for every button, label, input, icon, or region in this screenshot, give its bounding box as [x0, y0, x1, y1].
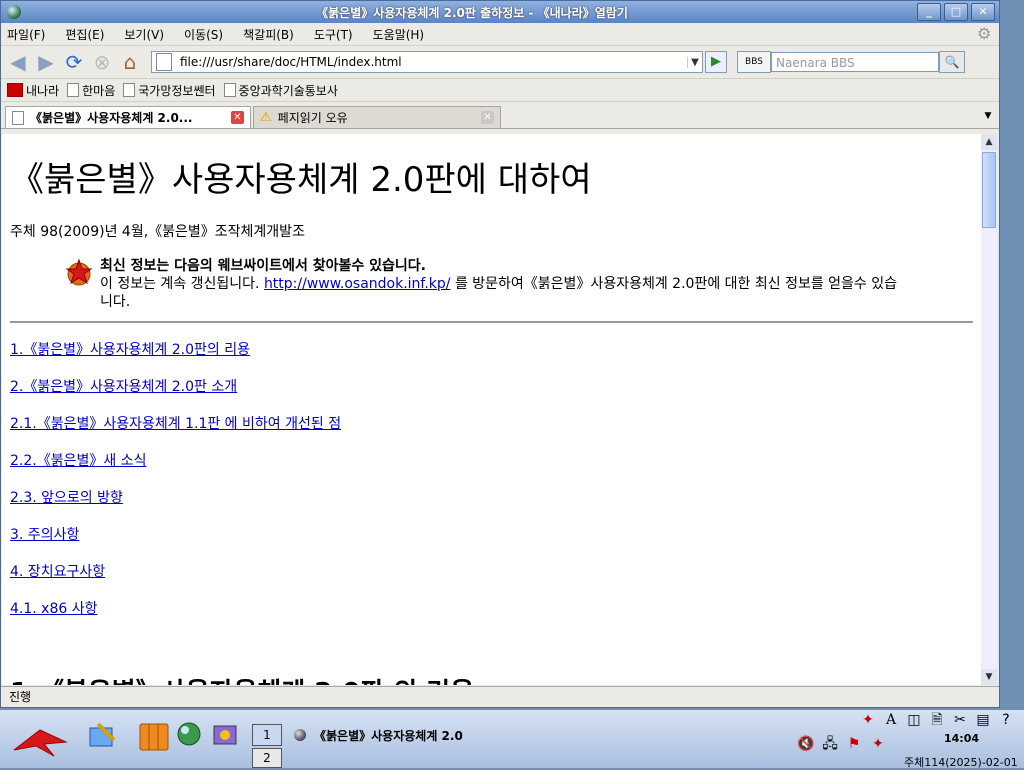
- workspace-2[interactable]: 2: [252, 748, 282, 768]
- throbber-icon: ⚙: [977, 24, 992, 43]
- search-engine-selector[interactable]: BBS: [737, 51, 771, 73]
- tools-icon[interactable]: ✂: [950, 710, 970, 730]
- red-star-small-icon[interactable]: ✦: [858, 710, 878, 730]
- tab-error[interactable]: ⚠ 페지읽기 오유 ✕: [253, 106, 501, 128]
- browser-window: 《붉은별》사용자용체계 2.0판 출하정보 - 《내나라》열람기 _ □ ✕ 파…: [0, 0, 1000, 708]
- search-icon[interactable]: 🔍: [939, 51, 965, 73]
- warning-icon: ⚠: [260, 110, 272, 125]
- bookmark-hanmaeum[interactable]: 한마음: [67, 82, 115, 99]
- page-icon: [223, 83, 236, 97]
- close-button[interactable]: ✕: [971, 3, 995, 21]
- bookmarks-toolbar: 내나라 한마음 국가망정보쎈터 중앙과학기술통보사: [1, 79, 999, 102]
- bookmark-science-news[interactable]: 중앙과학기술통보사: [223, 82, 338, 99]
- volume-muted-icon[interactable]: 🔇: [796, 734, 816, 754]
- tab-list-icon[interactable]: ▼: [981, 108, 995, 124]
- taskbar: 1 2 《붉은별》사용자용체계 2.0 ✦ A ◫ 🗎 ✂ ▤ ? 🔇 🖧 ⚑ …: [0, 710, 1024, 769]
- toc-link[interactable]: 1.《붉은별》사용자용체계 2.0판의 리용: [10, 339, 973, 359]
- info-note: 최신 정보는 다음의 웨브싸이트에서 찾아볼수 있습니다. 이 정보는 계속 갱…: [62, 255, 973, 311]
- window-title: 《붉은별》사용자용체계 2.0판 출하정보 - 《내나라》열람기: [316, 5, 628, 20]
- url-dropdown-icon[interactable]: ▼: [687, 56, 702, 68]
- note-title: 최신 정보는 다음의 웨브싸이트에서 찾아볼수 있습니다.: [100, 258, 426, 274]
- forward-icon[interactable]: ▶: [33, 49, 59, 75]
- tab-current[interactable]: 《붉은별》사용자용체계 2.0... ✕: [5, 106, 251, 128]
- note-body: 이 정보는 계속 갱신됩니다. http://www.osandok.inf.k…: [100, 276, 898, 310]
- flag-icon[interactable]: ⚑: [844, 734, 864, 754]
- toc-link[interactable]: 2.3. 앞으로의 방향: [10, 487, 973, 507]
- browser-globe-icon: [7, 5, 21, 19]
- browser-globe-icon[interactable]: [174, 718, 210, 754]
- url-text[interactable]: file:///usr/share/doc/HTML/index.html: [180, 55, 687, 69]
- url-bar[interactable]: file:///usr/share/doc/HTML/index.html ▼: [151, 51, 703, 73]
- close-tab-icon[interactable]: ✕: [231, 111, 244, 124]
- table-of-contents: 1.《붉은별》사용자용체계 2.0판의 리용 2.《붉은별》사용자용체계 2.0…: [10, 339, 973, 618]
- maximize-button[interactable]: □: [944, 3, 968, 21]
- menu-bar: 파일(F) 편집(E) 보기(V) 이동(S) 책갈피(B) 도구(T) 도움말…: [1, 23, 999, 46]
- notes-icon[interactable]: ▤: [973, 710, 993, 730]
- taskbar-browser-task[interactable]: 《붉은별》사용자용체계 2.0: [294, 725, 463, 745]
- page-icon: [12, 110, 24, 125]
- panel-icon[interactable]: ◫: [904, 710, 924, 730]
- toc-link[interactable]: 2.2.《붉은별》새 소식: [10, 450, 973, 470]
- stop-icon[interactable]: ⊗: [89, 49, 115, 75]
- page-icon: [156, 53, 172, 71]
- office-icon[interactable]: [84, 718, 120, 754]
- menu-help[interactable]: 도움말(H): [373, 26, 425, 43]
- home-icon[interactable]: ⌂: [117, 49, 143, 75]
- scroll-up-icon[interactable]: ▲: [981, 134, 997, 150]
- menu-view[interactable]: 보기(V): [124, 26, 164, 43]
- page-subtitle: 주체 98(2009)년 4월,《붉은별》조작체계개발조: [10, 224, 305, 240]
- scroll-thumb[interactable]: [982, 152, 996, 228]
- close-tab-icon[interactable]: ✕: [481, 111, 494, 124]
- bookmark-national-network[interactable]: 국가망정보쎈터: [123, 82, 216, 99]
- red-star-menu-icon[interactable]: [10, 724, 70, 760]
- page-title: 《붉은별》사용자용체계 2.0판에 대하여: [10, 160, 592, 200]
- workspace-1[interactable]: 1: [252, 724, 282, 746]
- reload-icon[interactable]: ⟳: [61, 49, 87, 75]
- menu-edit[interactable]: 편집(E): [65, 26, 104, 43]
- tab-bar: 《붉은별》사용자용체계 2.0... ✕ ⚠ 페지읽기 오유 ✕ ▼: [1, 102, 999, 129]
- naenara-icon: [7, 83, 23, 97]
- go-icon[interactable]: ▶: [705, 51, 727, 73]
- toc-link[interactable]: 3. 주의사항: [10, 524, 973, 544]
- browser-globe-icon: [294, 729, 306, 741]
- menu-go[interactable]: 이동(S): [184, 26, 223, 43]
- page-content: 《붉은별》사용자용체계 2.0판에 대하여 주체 98(2009)년 4월,《붉…: [2, 134, 981, 685]
- page-icon: [123, 83, 136, 97]
- star-gear-icon: [62, 255, 96, 289]
- toc-link[interactable]: 4.1. x86 사항: [10, 598, 973, 618]
- help-icon[interactable]: ?: [996, 710, 1016, 730]
- title-bar: 《붉은별》사용자용체계 2.0판 출하정보 - 《내나라》열람기 _ □ ✕: [1, 1, 999, 23]
- network-icon[interactable]: 🖧: [820, 734, 840, 754]
- section-heading: 1.《붉은별》사용자용체계 2.0판 의 리용: [10, 672, 973, 685]
- menu-file[interactable]: 파일(F): [7, 26, 45, 43]
- back-icon[interactable]: ◀: [5, 49, 31, 75]
- document-icon[interactable]: 🗎: [927, 710, 947, 730]
- search-input[interactable]: Naenara BBS: [771, 52, 939, 72]
- file-manager-icon[interactable]: [136, 718, 172, 754]
- toc-link[interactable]: 2.《붉은별》사용자용체계 2.0판 소개: [10, 376, 973, 396]
- minimize-button[interactable]: _: [917, 3, 941, 21]
- vertical-scrollbar[interactable]: ▲ ▼: [981, 134, 997, 685]
- status-bar: 진행: [1, 686, 999, 706]
- divider: [10, 321, 973, 323]
- media-player-icon[interactable]: [210, 718, 246, 754]
- menu-bookmarks[interactable]: 책갈피(B): [243, 26, 294, 43]
- page-icon: [67, 83, 80, 97]
- bookmark-naenara[interactable]: 내나라: [7, 82, 59, 99]
- red-star-tray-icon[interactable]: ✦: [868, 734, 888, 754]
- quick-launch-tray: ✦ A ◫ 🗎 ✂ ▤ ?: [858, 710, 1016, 730]
- navigation-toolbar: ◀ ▶ ⟳ ⊗ ⌂ file:///usr/share/doc/HTML/ind…: [1, 46, 999, 79]
- font-icon[interactable]: A: [881, 710, 901, 730]
- toc-link[interactable]: 4. 장치요구사항: [10, 561, 973, 581]
- scroll-down-icon[interactable]: ▼: [981, 669, 997, 685]
- menu-tools[interactable]: 도구(T): [314, 26, 353, 43]
- toc-link[interactable]: 2.1.《붉은별》사용자용체계 1.1판 에 비하여 개선된 점: [10, 413, 973, 433]
- osandok-link[interactable]: http://www.osandok.inf.kp/: [264, 276, 451, 292]
- system-tray: 🔇 🖧 ⚑ ✦: [796, 734, 888, 754]
- clock[interactable]: 14:04: [944, 732, 979, 745]
